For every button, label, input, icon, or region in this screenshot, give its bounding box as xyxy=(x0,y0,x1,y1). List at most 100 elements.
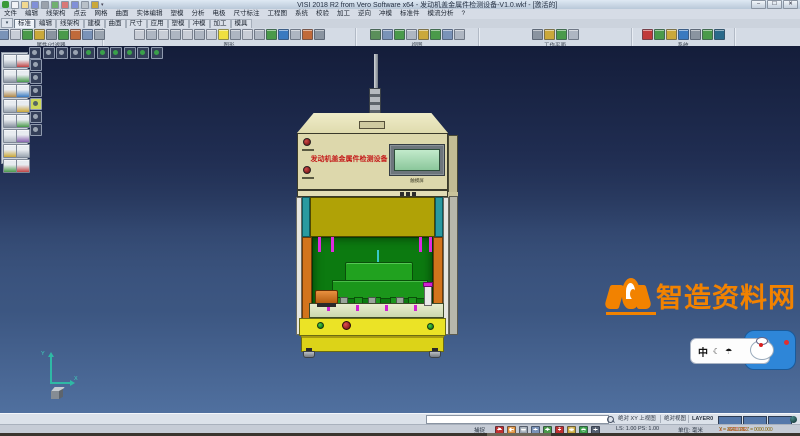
menu-item-8[interactable]: 分析 xyxy=(188,9,209,19)
ribbon-icon[interactable] xyxy=(430,29,441,40)
ribbon-icon[interactable] xyxy=(10,29,21,40)
ribbon-icon[interactable] xyxy=(254,29,265,40)
menu-item-19[interactable]: ? xyxy=(458,9,470,19)
ribbon-icon[interactable] xyxy=(418,29,429,40)
viewport-side-icon-0[interactable] xyxy=(30,59,42,71)
tab-4[interactable]: 曲面 xyxy=(105,19,126,28)
ribbon-icon[interactable] xyxy=(218,29,229,40)
viewport-side-icon-2[interactable] xyxy=(30,85,42,97)
menu-item-5[interactable]: 曲面 xyxy=(112,9,133,19)
viewport-filter-icon-8[interactable] xyxy=(137,47,149,59)
ribbon-icon[interactable] xyxy=(406,29,417,40)
active-layer-indicator[interactable]: LAYER0 xyxy=(692,415,713,424)
tab-1[interactable]: 编辑 xyxy=(35,19,56,28)
ribbon-icon[interactable] xyxy=(690,29,701,40)
ime-language-indicator[interactable]: 中 xyxy=(698,344,708,359)
ribbon-icon[interactable] xyxy=(278,29,289,40)
palette-icon-14[interactable] xyxy=(3,159,17,173)
viewport-side-icon-1[interactable] xyxy=(30,72,42,84)
viewport-filter-icon-6[interactable] xyxy=(110,47,122,59)
ribbon-icon[interactable] xyxy=(568,29,579,40)
menu-item-18[interactable]: 模流分析 xyxy=(424,9,458,19)
ribbon-icon[interactable] xyxy=(34,29,45,40)
ribbon-icon[interactable] xyxy=(70,29,81,40)
viewport-filter-icon-4[interactable] xyxy=(83,47,95,59)
qat-icon-5[interactable] xyxy=(61,1,69,9)
qat-icon-4[interactable] xyxy=(51,1,59,9)
ribbon-icon[interactable] xyxy=(544,29,555,40)
viewport-filter-icon-7[interactable] xyxy=(124,47,136,59)
menu-item-10[interactable]: 尺寸标注 xyxy=(230,9,264,19)
qat-icon-7[interactable] xyxy=(81,1,89,9)
menu-item-16[interactable]: 冲模 xyxy=(375,9,396,19)
ribbon-icon[interactable] xyxy=(230,29,241,40)
palette-icon-7[interactable] xyxy=(16,99,30,113)
magnifier-icon[interactable] xyxy=(607,416,614,423)
ribbon-icon[interactable] xyxy=(58,29,69,40)
ribbon-icon[interactable] xyxy=(394,29,405,40)
tab-5[interactable]: 尺寸 xyxy=(126,19,147,28)
tab-7[interactable]: 塑模 xyxy=(168,19,189,28)
menu-item-11[interactable]: 工程图 xyxy=(264,9,292,19)
viewport-side-icon-5[interactable] xyxy=(30,124,42,136)
palette-icon-2[interactable] xyxy=(3,69,17,83)
ribbon-icon[interactable] xyxy=(146,29,157,40)
skin-icon[interactable]: ☂ xyxy=(725,347,732,356)
ribbon-icon[interactable] xyxy=(654,29,665,40)
palette-icon-6[interactable] xyxy=(3,99,17,113)
ribbon-icon[interactable] xyxy=(242,29,253,40)
ribbon-icon[interactable] xyxy=(666,29,677,40)
qat-icon-3[interactable] xyxy=(41,1,49,9)
tab-10[interactable]: 模具 xyxy=(231,19,252,28)
palette-icon-10[interactable] xyxy=(3,129,17,143)
menu-item-9[interactable]: 电极 xyxy=(209,9,230,19)
palette-icon-5[interactable] xyxy=(16,84,30,98)
ribbon-icon[interactable] xyxy=(266,29,277,40)
menu-item-14[interactable]: 加工 xyxy=(333,9,354,19)
menu-item-2[interactable]: 线架构 xyxy=(42,9,70,19)
menu-item-6[interactable]: 实体编辑 xyxy=(133,9,167,19)
menu-item-17[interactable]: 标准件 xyxy=(396,9,424,19)
ribbon-icon[interactable] xyxy=(82,29,93,40)
palette-icon-0[interactable] xyxy=(3,54,17,68)
viewport-side-icon-4[interactable] xyxy=(30,111,42,123)
ribbon-icon[interactable] xyxy=(442,29,453,40)
maximize-button[interactable]: ☐ xyxy=(767,0,782,9)
menu-item-3[interactable]: 点云 xyxy=(70,9,91,19)
minimize-button[interactable]: – xyxy=(751,0,766,9)
ribbon-icon[interactable] xyxy=(46,29,57,40)
palette-icon-4[interactable] xyxy=(3,84,17,98)
tab-2[interactable]: 线架构 xyxy=(56,19,84,28)
ribbon-icon[interactable] xyxy=(206,29,217,40)
menu-item-1[interactable]: 编辑 xyxy=(21,9,42,19)
status-sphere-icon[interactable] xyxy=(790,416,797,423)
tab-8[interactable]: 冲模 xyxy=(189,19,210,28)
viewport-filter-icon-9[interactable] xyxy=(151,47,163,59)
palette-icon-11[interactable] xyxy=(16,129,30,143)
ribbon-icon[interactable] xyxy=(134,29,145,40)
ribbon-icon[interactable] xyxy=(454,29,465,40)
palette-icon-9[interactable] xyxy=(16,114,30,128)
palette-icon-15[interactable] xyxy=(16,159,30,173)
menu-item-7[interactable]: 塑模 xyxy=(167,9,188,19)
menu-item-13[interactable]: 校验 xyxy=(312,9,333,19)
ribbon-icon[interactable] xyxy=(702,29,713,40)
coordinate-input[interactable] xyxy=(426,415,609,424)
ribbon-icon[interactable] xyxy=(0,29,9,40)
ribbon-icon[interactable] xyxy=(194,29,205,40)
menu-item-4[interactable]: 网格 xyxy=(91,9,112,19)
qat-icon-6[interactable] xyxy=(71,1,79,9)
palette-icon-12[interactable] xyxy=(3,144,17,158)
qat-icon-2[interactable] xyxy=(31,1,39,9)
ribbon-icon[interactable] xyxy=(370,29,381,40)
ribbon-icon[interactable] xyxy=(158,29,169,40)
view-mode-indicator[interactable]: 绝对 XY 上视图 xyxy=(618,415,656,424)
ribbon-icon[interactable] xyxy=(642,29,653,40)
viewport-filter-icon-2[interactable] xyxy=(56,47,68,59)
ribbon-icon[interactable] xyxy=(290,29,301,40)
palette-icon-8[interactable] xyxy=(3,114,17,128)
palette-icon-1[interactable] xyxy=(16,54,30,68)
qat-icon-0[interactable] xyxy=(11,1,19,9)
ribbon-icon[interactable] xyxy=(714,29,725,40)
ribbon-icon[interactable] xyxy=(182,29,193,40)
